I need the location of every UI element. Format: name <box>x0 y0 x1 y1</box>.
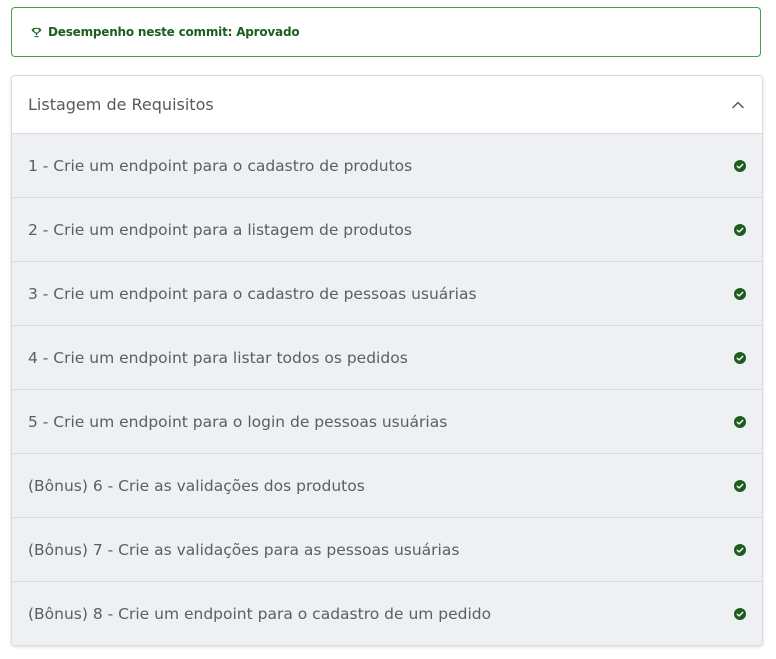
requirement-item: 2 - Crie um endpoint para a listagem de … <box>12 198 762 262</box>
requirement-item: 4 - Crie um endpoint para listar todos o… <box>12 326 762 390</box>
status-banner: Desempenho neste commit: Aprovado <box>11 7 761 57</box>
check-circle-icon <box>733 479 746 492</box>
requirement-label: (Bônus) 7 - Crie as validações para as p… <box>28 540 460 559</box>
check-circle-icon <box>733 159 746 172</box>
requirement-item: (Bônus) 8 - Crie um endpoint para o cada… <box>12 582 762 645</box>
requirement-label: 2 - Crie um endpoint para a listagem de … <box>28 220 412 239</box>
requirement-item: 1 - Crie um endpoint para o cadastro de … <box>12 134 762 198</box>
requirements-panel-header[interactable]: Listagem de Requisitos <box>12 76 762 134</box>
chevron-up-icon[interactable] <box>730 97 746 113</box>
panel-title: Listagem de Requisitos <box>28 95 214 114</box>
check-circle-icon <box>733 287 746 300</box>
requirements-panel: Listagem de Requisitos 1 - Crie um endpo… <box>11 75 763 646</box>
requirement-label: 4 - Crie um endpoint para listar todos o… <box>28 348 408 367</box>
requirement-label: 5 - Crie um endpoint para o login de pes… <box>28 412 448 431</box>
check-circle-icon <box>733 543 746 556</box>
check-circle-icon <box>733 607 746 620</box>
check-circle-icon <box>733 223 746 236</box>
trophy-icon <box>30 26 43 39</box>
requirement-label: 1 - Crie um endpoint para o cadastro de … <box>28 156 413 175</box>
requirements-list: 1 - Crie um endpoint para o cadastro de … <box>12 134 762 645</box>
requirement-label: (Bônus) 8 - Crie um endpoint para o cada… <box>28 604 492 623</box>
requirement-label: 3 - Crie um endpoint para o cadastro de … <box>28 284 477 303</box>
check-circle-icon <box>733 351 746 364</box>
requirement-item: (Bônus) 6 - Crie as validações dos produ… <box>12 454 762 518</box>
requirement-item: 3 - Crie um endpoint para o cadastro de … <box>12 262 762 326</box>
requirement-item: 5 - Crie um endpoint para o login de pes… <box>12 390 762 454</box>
requirement-item: (Bônus) 7 - Crie as validações para as p… <box>12 518 762 582</box>
check-circle-icon <box>733 415 746 428</box>
requirement-label: (Bônus) 6 - Crie as validações dos produ… <box>28 476 365 495</box>
status-text: Desempenho neste commit: Aprovado <box>48 25 300 39</box>
